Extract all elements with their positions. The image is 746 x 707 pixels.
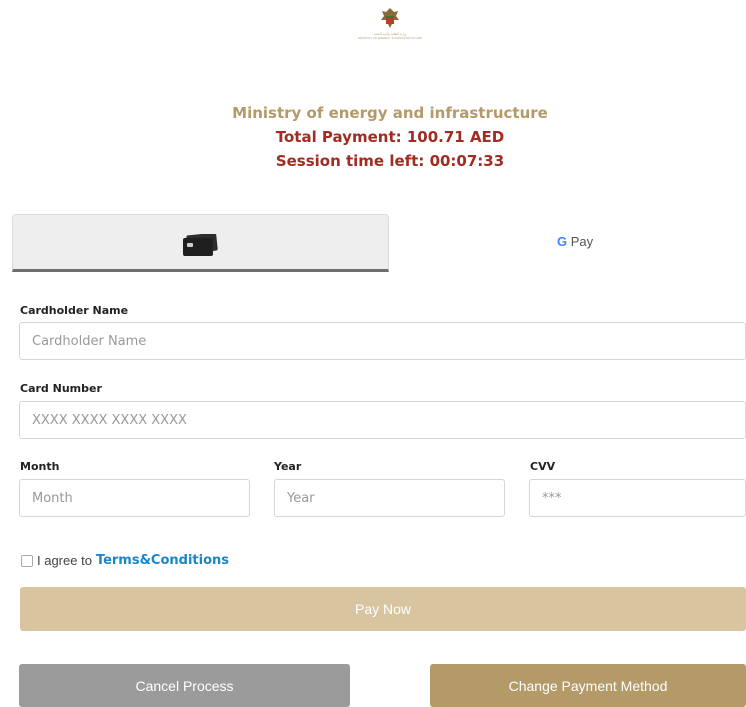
credit-card-icon <box>183 234 218 256</box>
google-pay-label: G Pay <box>557 234 594 249</box>
year-input[interactable] <box>274 479 505 517</box>
change-payment-method-button[interactable]: Change Payment Method <box>430 664 746 707</box>
card-number-input[interactable] <box>19 401 746 439</box>
uae-emblem-icon <box>381 8 399 28</box>
cvv-label: CVV <box>530 460 556 473</box>
ministry-logo: وزارة الطاقة والبنية التحتية MINISTRY OF… <box>330 6 450 56</box>
organization-name: Ministry of energy and infrastructure <box>232 104 548 122</box>
payment-header: Ministry of energy and infrastructure To… <box>0 103 746 173</box>
tab-google-pay[interactable]: G Pay <box>389 214 746 272</box>
year-label: Year <box>274 460 302 473</box>
cardholder-name-label: Cardholder Name <box>20 304 129 317</box>
agree-text: I agree to <box>37 553 92 568</box>
google-g-icon: G <box>557 234 568 249</box>
logo-text-english: MINISTRY OF ENERGY & INFRASTRUCTURE <box>358 36 422 40</box>
pay-now-button[interactable]: Pay Now <box>20 587 746 631</box>
month-label: Month <box>20 460 60 473</box>
total-payment: Total Payment: 100.71 AED <box>275 128 505 146</box>
cardholder-name-input[interactable] <box>19 322 746 360</box>
terms-agreement: I agree to Terms&Conditions <box>21 553 229 568</box>
session-timer: Session time left: 00:07:33 <box>275 152 505 170</box>
agree-checkbox[interactable] <box>21 554 33 567</box>
cancel-process-button[interactable]: Cancel Process <box>19 664 350 707</box>
payment-method-tabs: G Pay <box>12 214 746 272</box>
month-input[interactable] <box>19 479 250 517</box>
terms-link[interactable]: Terms&Conditions <box>96 553 229 568</box>
cvv-input[interactable] <box>529 479 746 517</box>
tab-card-payment[interactable] <box>12 214 389 272</box>
card-number-label: Card Number <box>20 382 102 395</box>
